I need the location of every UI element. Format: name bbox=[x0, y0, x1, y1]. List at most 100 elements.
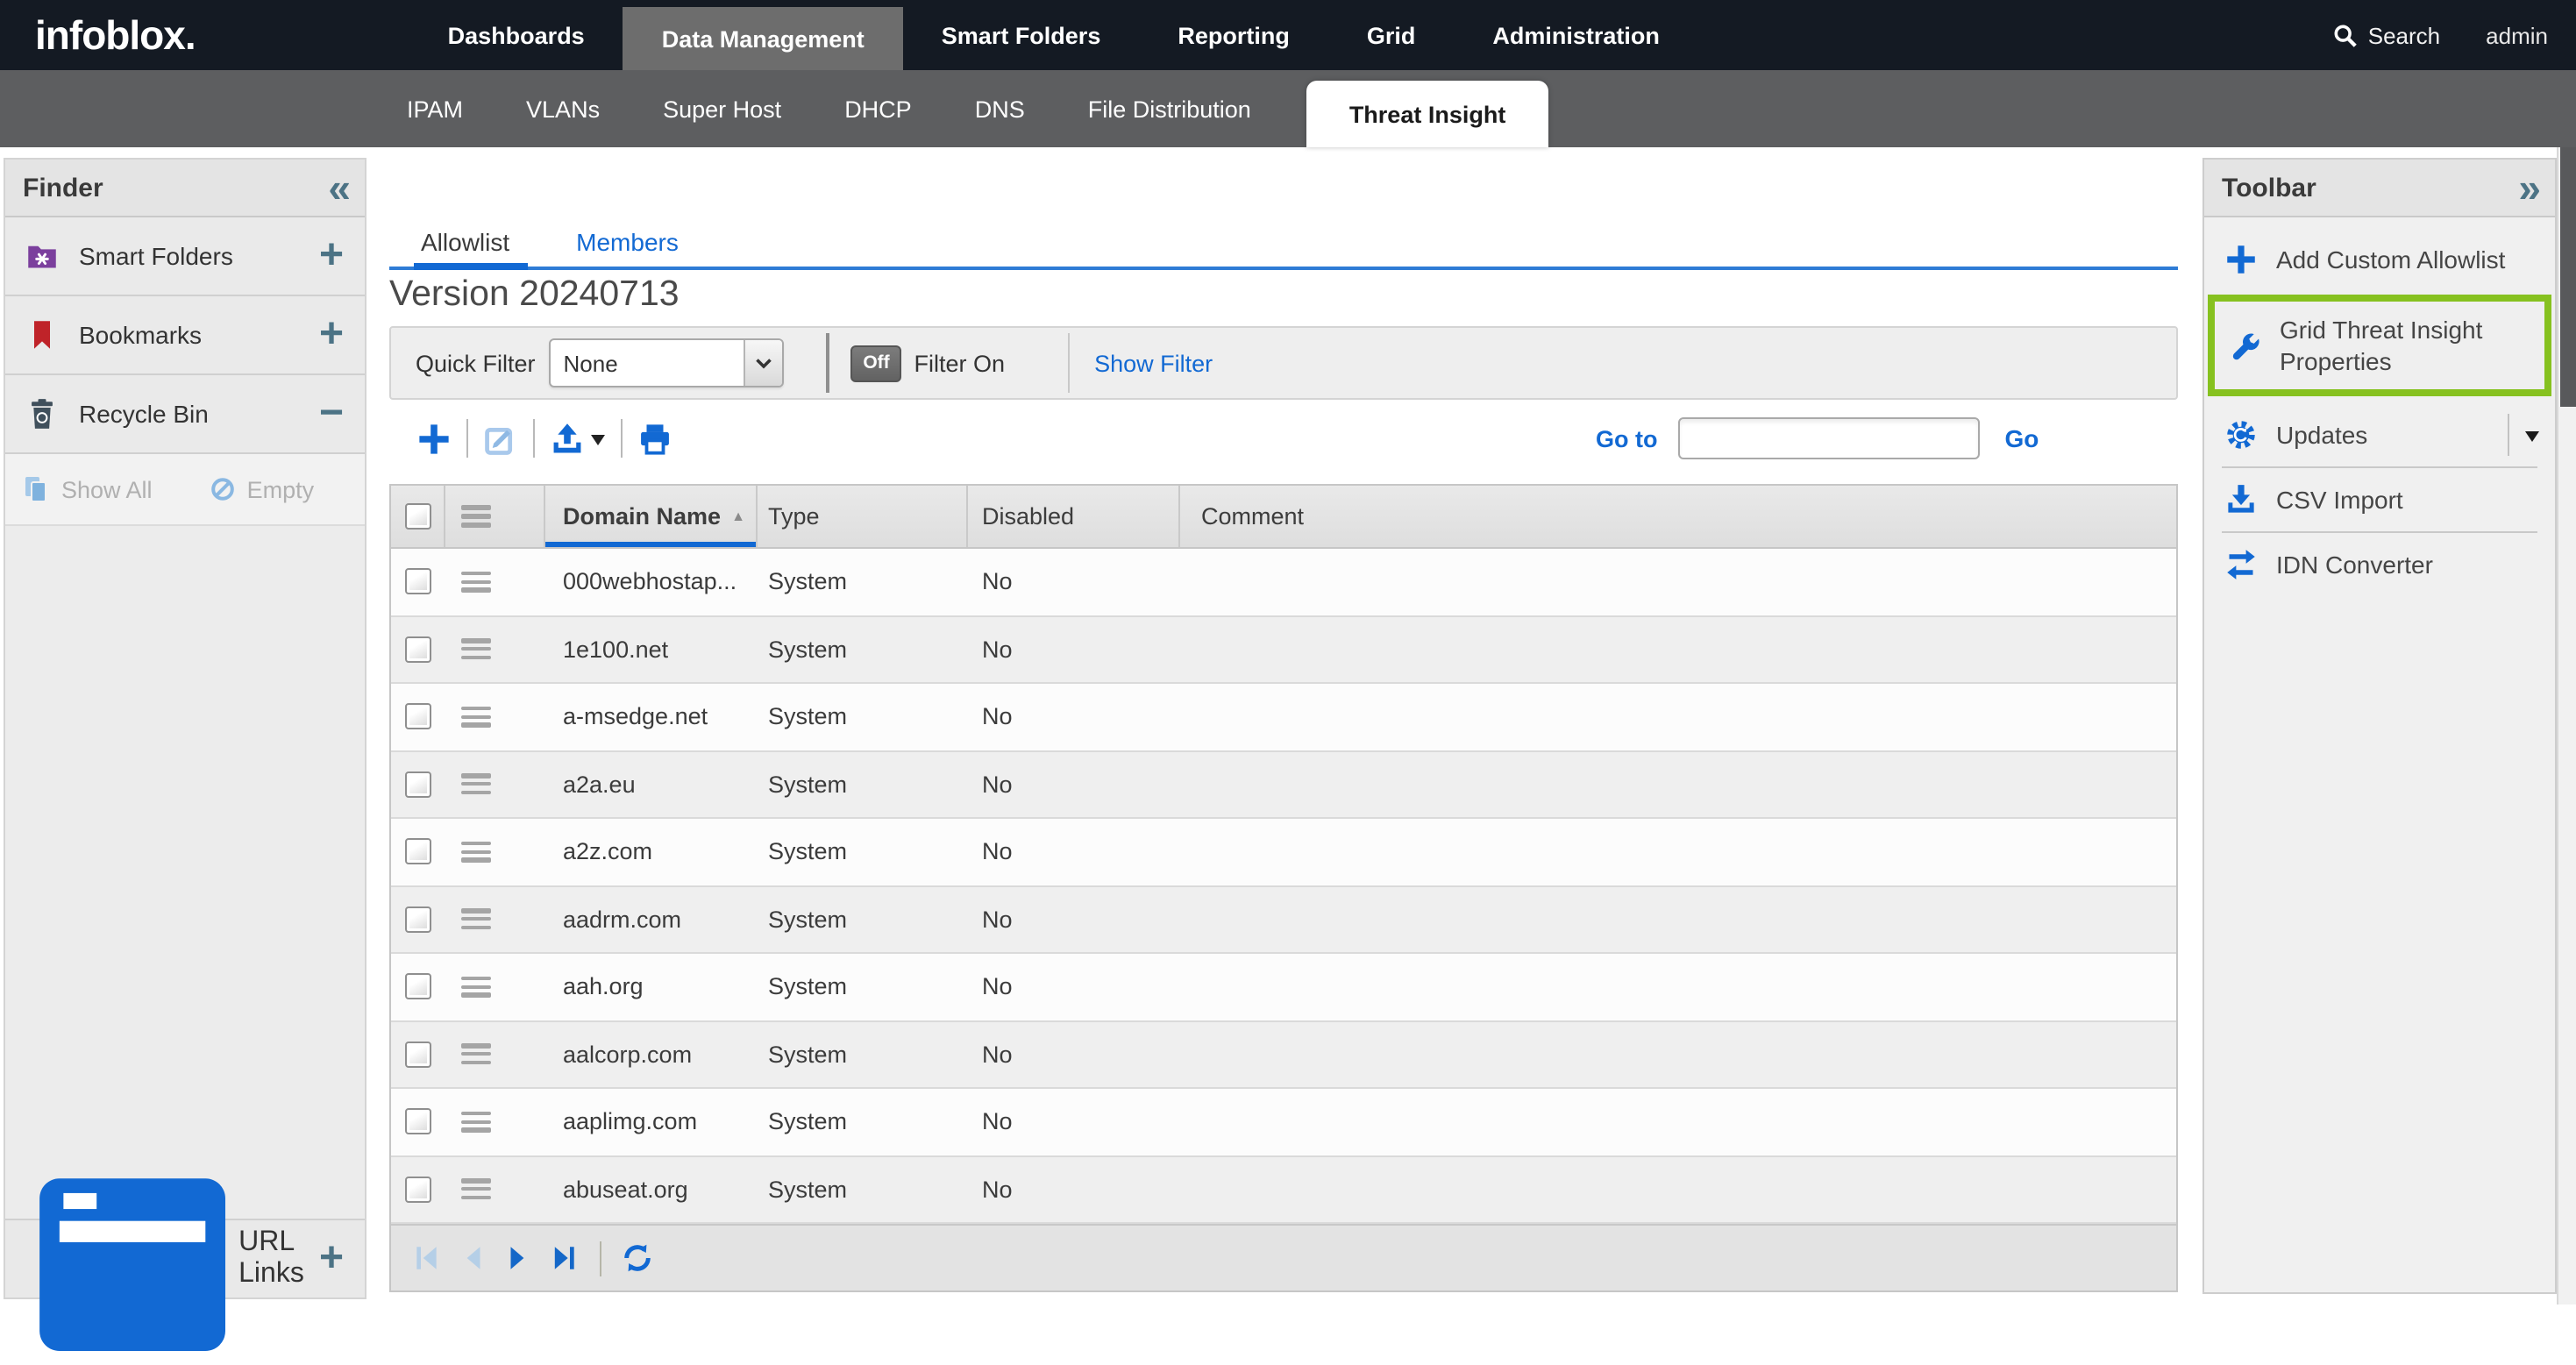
first-page-icon[interactable] bbox=[412, 1243, 442, 1273]
row-drag-handle-icon[interactable] bbox=[461, 706, 491, 727]
filter-on-toggle[interactable]: Off bbox=[851, 345, 902, 381]
refresh-icon[interactable] bbox=[623, 1243, 652, 1273]
select-caret-icon[interactable] bbox=[744, 340, 783, 386]
finder-item-smart-folders[interactable]: Smart Folders + bbox=[5, 217, 365, 296]
subnav-threat-insight-active-tab[interactable]: Threat Insight bbox=[1307, 81, 1548, 147]
add-bookmark-icon[interactable]: + bbox=[319, 319, 344, 351]
subnav-super-host[interactable]: Super Host bbox=[631, 70, 813, 147]
expand-toolbar-icon[interactable]: » bbox=[2518, 170, 2537, 205]
row-checkbox[interactable] bbox=[405, 1042, 431, 1068]
infoblox-logo: infoblox. bbox=[35, 0, 196, 70]
nav-smart-folders[interactable]: Smart Folders bbox=[903, 0, 1140, 70]
finder-item-bookmarks[interactable]: Bookmarks + bbox=[5, 296, 365, 375]
row-checkbox[interactable] bbox=[405, 839, 431, 865]
show-all-label[interactable]: Show All bbox=[61, 476, 153, 502]
column-header-type[interactable]: Type bbox=[758, 486, 968, 547]
previous-page-icon[interactable] bbox=[458, 1243, 487, 1273]
show-filter-link[interactable]: Show Filter bbox=[1094, 350, 1213, 376]
row-drag-handle-icon[interactable] bbox=[461, 1178, 491, 1199]
table-row[interactable]: aalcorp.comSystemNo bbox=[391, 1021, 2176, 1089]
add-row-icon[interactable] bbox=[417, 422, 451, 455]
subnav-dhcp[interactable]: DHCP bbox=[813, 70, 943, 147]
nav-administration[interactable]: Administration bbox=[1454, 0, 1698, 70]
global-search[interactable]: Search bbox=[2333, 22, 2440, 48]
add-url-link-icon[interactable]: + bbox=[319, 1243, 344, 1275]
subnav-ipam[interactable]: IPAM bbox=[375, 70, 495, 147]
column-header-comment[interactable]: Comment bbox=[1180, 486, 2176, 547]
table-row[interactable]: abuseat.orgSystemNo bbox=[391, 1156, 2176, 1224]
table-row[interactable]: a2a.euSystemNo bbox=[391, 751, 2176, 819]
finder-item-recycle-bin[interactable]: Recycle Bin − bbox=[5, 375, 365, 454]
nav-reporting[interactable]: Reporting bbox=[1139, 0, 1328, 70]
toolbar-item-grid-threat-insight-properties-highlighted[interactable]: Grid Threat Insight Properties bbox=[2208, 295, 2551, 396]
export-import-menu[interactable] bbox=[551, 422, 605, 455]
row-drag-handle-icon[interactable] bbox=[461, 908, 491, 929]
edit-row-icon-disabled[interactable] bbox=[484, 422, 517, 455]
scrollbar-thumb[interactable] bbox=[2560, 147, 2576, 407]
row-checkbox[interactable] bbox=[405, 906, 431, 933]
toolbar-item-add-custom-allowlist[interactable]: Add Custom Allowlist bbox=[2204, 224, 2555, 295]
table-row[interactable]: a-msedge.netSystemNo bbox=[391, 684, 2176, 751]
finder-item-label: Bookmarks bbox=[79, 321, 202, 349]
go-button[interactable]: Go bbox=[2005, 424, 2039, 452]
row-checkbox[interactable] bbox=[405, 569, 431, 595]
print-icon[interactable] bbox=[638, 422, 672, 455]
column-header-domain-name[interactable]: Domain Name ▲ bbox=[545, 486, 758, 547]
table-row[interactable]: 1e100.netSystemNo bbox=[391, 616, 2176, 684]
tab-allowlist[interactable]: Allowlist bbox=[421, 217, 509, 267]
user-menu[interactable]: admin bbox=[2486, 22, 2548, 48]
row-checkbox[interactable] bbox=[405, 1109, 431, 1135]
cell-domain-name: aalcorp.com bbox=[545, 1021, 758, 1087]
row-checkbox[interactable] bbox=[405, 974, 431, 1000]
cell-comment bbox=[1180, 819, 2176, 885]
toolbar-item-csv-import[interactable]: CSV Import bbox=[2204, 468, 2555, 531]
table-row[interactable]: 000webhostap...SystemNo bbox=[391, 549, 2176, 616]
toolbar-item-label: Add Custom Allowlist bbox=[2276, 244, 2505, 275]
empty-icon bbox=[209, 475, 237, 503]
row-checkbox[interactable] bbox=[405, 636, 431, 663]
collapse-finder-icon[interactable]: « bbox=[328, 170, 347, 205]
subnav-vlans[interactable]: VLANs bbox=[495, 70, 631, 147]
last-page-icon[interactable] bbox=[549, 1243, 579, 1273]
row-drag-handle-icon[interactable] bbox=[461, 571, 491, 592]
nav-grid[interactable]: Grid bbox=[1328, 0, 1455, 70]
subnav-dns[interactable]: DNS bbox=[943, 70, 1057, 147]
finder-item-url-links[interactable]: URL Links + bbox=[5, 1219, 365, 1297]
add-smart-folder-icon[interactable]: + bbox=[319, 240, 344, 272]
row-drag-handle-icon[interactable] bbox=[461, 976, 491, 997]
vertical-scrollbar[interactable] bbox=[2557, 147, 2576, 1305]
search-label: Search bbox=[2368, 22, 2440, 48]
row-drag-handle-icon[interactable] bbox=[461, 841, 491, 862]
top-bar-right: Search admin bbox=[2333, 22, 2548, 48]
row-checkbox[interactable] bbox=[405, 771, 431, 798]
toolbar-item-idn-converter[interactable]: IDN Converter bbox=[2204, 533, 2555, 596]
collapse-recycle-bin-icon[interactable]: − bbox=[319, 398, 344, 430]
cell-domain-name: aadrm.com bbox=[545, 886, 758, 952]
next-page-icon[interactable] bbox=[503, 1243, 533, 1273]
row-drag-handle-icon[interactable] bbox=[461, 1043, 491, 1064]
empty-label[interactable]: Empty bbox=[247, 476, 315, 502]
table-row[interactable]: aaplimg.comSystemNo bbox=[391, 1089, 2176, 1156]
nav-dashboards[interactable]: Dashboards bbox=[409, 0, 623, 70]
row-drag-handle-icon[interactable] bbox=[461, 638, 491, 659]
quick-filter-select[interactable]: None bbox=[550, 338, 785, 387]
subnav-file-distribution[interactable]: File Distribution bbox=[1057, 70, 1283, 147]
row-drag-handle-icon[interactable] bbox=[461, 773, 491, 794]
divider bbox=[621, 419, 623, 458]
row-checkbox[interactable] bbox=[405, 1177, 431, 1203]
upload-menu-caret-icon[interactable] bbox=[591, 434, 605, 451]
goto-input[interactable] bbox=[1679, 417, 1981, 459]
tab-members[interactable]: Members bbox=[576, 217, 679, 267]
toolbar-item-updates[interactable]: Updates bbox=[2204, 403, 2555, 466]
allowlist-table: Domain Name ▲ Type Disabled Comment 000w… bbox=[389, 484, 2178, 1292]
table-row[interactable]: aah.orgSystemNo bbox=[391, 954, 2176, 1021]
nav-data-management[interactable]: Data Management bbox=[623, 7, 903, 70]
column-menu-icon[interactable] bbox=[461, 506, 491, 527]
row-drag-handle-icon[interactable] bbox=[461, 1111, 491, 1132]
select-all-checkbox[interactable] bbox=[404, 503, 431, 530]
table-row[interactable]: aadrm.comSystemNo bbox=[391, 886, 2176, 954]
row-checkbox[interactable] bbox=[405, 704, 431, 730]
column-header-disabled[interactable]: Disabled bbox=[968, 486, 1180, 547]
table-row[interactable]: a2z.comSystemNo bbox=[391, 819, 2176, 886]
updates-dropdown-caret-icon[interactable] bbox=[2525, 430, 2539, 448]
